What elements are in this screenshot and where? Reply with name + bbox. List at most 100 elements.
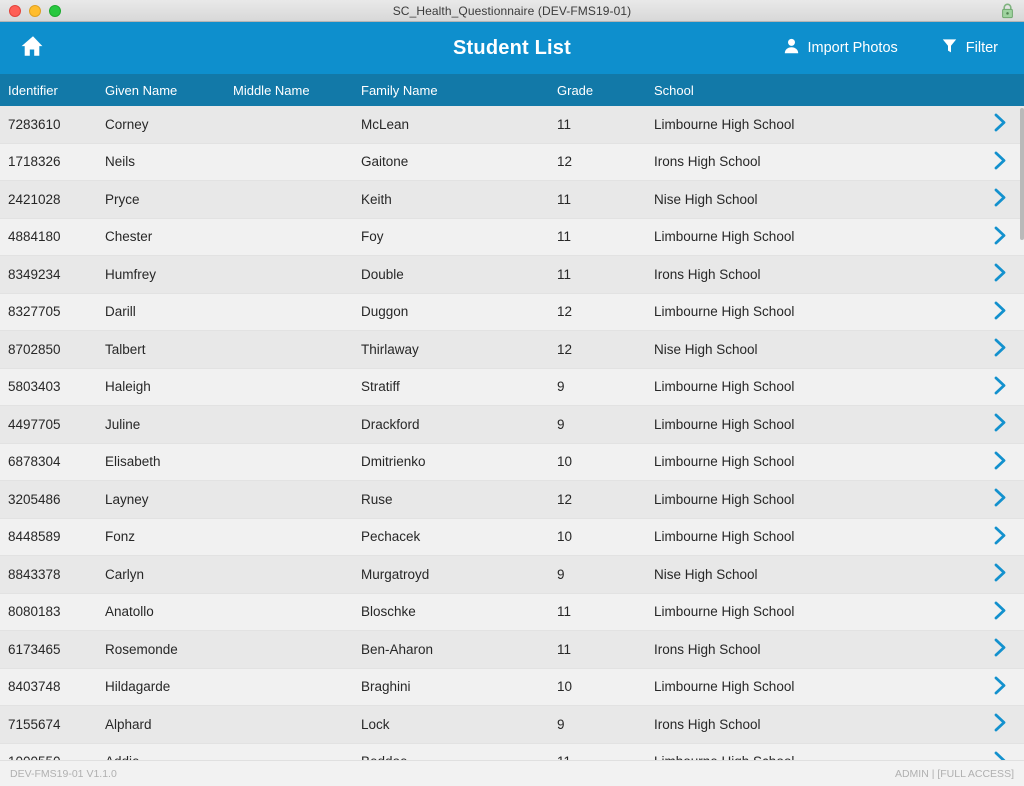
row-detail-button[interactable] xyxy=(976,751,1024,760)
cell-school: Limbourne High School xyxy=(654,454,795,470)
column-header-middle-name[interactable]: Middle Name xyxy=(233,83,361,98)
cell-identifier: 8080183 xyxy=(8,604,61,620)
cell-school: Limbourne High School xyxy=(654,379,795,395)
row-detail-button[interactable] xyxy=(976,413,1024,435)
table-row[interactable]: 6173465 Rosemonde Ben-Aharon 11 Irons High S… xyxy=(0,631,1024,669)
cell-grade: 12 xyxy=(557,491,573,507)
cell-grade: 9 xyxy=(557,379,565,395)
cell-given-name: Talbert xyxy=(105,341,146,357)
cell-school: Limbourne High School xyxy=(654,529,795,545)
table-row[interactable]: 8403748 Hildagarde Braghini 10 Limbourne Hig… xyxy=(0,668,1024,706)
cell-given-name: Pryce xyxy=(105,191,140,207)
table-row[interactable]: 8448589 Fonz Pechacek 10 Limbourne High Scho… xyxy=(0,518,1024,556)
cell-identifier: 4884180 xyxy=(8,229,61,245)
cell-grade: 11 xyxy=(557,191,572,207)
column-header-identifier[interactable]: Identifier xyxy=(0,83,105,98)
home-icon xyxy=(20,34,46,63)
table-row[interactable]: 8327705 Darill Duggon 12 Limbourne High Scho… xyxy=(0,293,1024,331)
chevron-right-icon xyxy=(993,413,1008,435)
table-row[interactable]: 3205486 Layney Ruse 12 Limbourne High School xyxy=(0,481,1024,519)
row-detail-button[interactable] xyxy=(976,451,1024,473)
application-window: SC_Health_Questionnaire (DEV-FMS19-01) S… xyxy=(0,0,1024,786)
app-header-actions: Import Photos Filter xyxy=(784,38,1009,59)
cell-given-name: Hildagarde xyxy=(105,679,171,695)
cell-identifier: 8327705 xyxy=(8,304,61,320)
row-detail-button[interactable] xyxy=(976,526,1024,548)
row-detail-button[interactable] xyxy=(976,676,1024,698)
cell-identifier: 6878304 xyxy=(8,454,61,470)
home-button[interactable] xyxy=(16,31,50,65)
cell-family-name: Dmitrienko xyxy=(361,454,426,470)
table-row[interactable]: 1000550Addie Beddoe11Limbourne High Schoo… xyxy=(0,743,1024,760)
chevron-right-icon xyxy=(993,488,1008,510)
table-row[interactable]: 5803403 Haleigh Stratiff 9 Limbourne High Sc… xyxy=(0,368,1024,406)
row-detail-button[interactable] xyxy=(976,713,1024,735)
chevron-right-icon xyxy=(993,676,1008,698)
cell-school: Nise High School xyxy=(654,191,758,207)
row-detail-button[interactable] xyxy=(976,638,1024,660)
row-detail-button[interactable] xyxy=(976,601,1024,623)
chevron-right-icon xyxy=(993,751,1008,760)
table-row[interactable]: 7283610 Corney McLean 11 Limbourne High Scho… xyxy=(0,106,1024,144)
row-detail-button[interactable] xyxy=(976,226,1024,248)
cell-identifier: 2421028 xyxy=(8,191,61,207)
cell-school: Limbourne High School xyxy=(654,491,795,507)
cell-family-name: Thirlaway xyxy=(361,341,419,357)
cell-grade: 9 xyxy=(557,716,565,732)
cell-given-name: Humfrey xyxy=(105,266,157,282)
row-detail-button[interactable] xyxy=(976,151,1024,173)
table-row[interactable]: 4884180 Chester Foy 11 Limbourne High School xyxy=(0,218,1024,256)
chevron-right-icon xyxy=(993,188,1008,210)
import-photos-button[interactable]: Import Photos xyxy=(784,38,898,59)
close-button[interactable] xyxy=(9,4,21,17)
cell-family-name: Drackford xyxy=(361,416,420,432)
cell-school: Irons High School xyxy=(654,266,761,282)
row-detail-button[interactable] xyxy=(976,563,1024,585)
table-row[interactable]: 2421028 Pryce Keith 11 Nise High School xyxy=(0,181,1024,219)
row-detail-button[interactable] xyxy=(976,263,1024,285)
cell-grade: 11 xyxy=(557,754,654,760)
table-row[interactable]: 8843378 Carlyn Murgatroyd 9 Nise High School xyxy=(0,556,1024,594)
chevron-right-icon xyxy=(993,376,1008,398)
person-icon xyxy=(784,38,799,59)
row-detail-button[interactable] xyxy=(976,488,1024,510)
cell-school: Limbourne High School xyxy=(654,229,795,245)
column-header-given-name[interactable]: Given Name xyxy=(105,83,233,98)
table-row[interactable]: 7155674 Alphard Lock 9 Irons High School xyxy=(0,706,1024,744)
scrollbar-thumb[interactable] xyxy=(1020,108,1024,240)
cell-identifier: 8349234 xyxy=(8,266,61,282)
cell-school: Irons High School xyxy=(654,154,761,170)
row-detail-button[interactable] xyxy=(976,376,1024,398)
cell-given-name: Chester xyxy=(105,229,153,245)
filter-label: Filter xyxy=(965,40,998,56)
cell-given-name: Elisabeth xyxy=(105,454,161,470)
cell-identifier: 8843378 xyxy=(8,566,61,582)
cell-school: Nise High School xyxy=(654,566,758,582)
vertical-scrollbar[interactable] xyxy=(1020,106,1024,760)
zoom-button[interactable] xyxy=(49,4,61,17)
cell-grade: 12 xyxy=(557,341,573,357)
column-header-grade[interactable]: Grade xyxy=(557,83,654,98)
table-row[interactable]: 6878304 Elisabeth Dmitrienko 10 Limbourne Hi… xyxy=(0,443,1024,481)
table-row[interactable]: 8349234 Humfrey Double 11 Irons High School xyxy=(0,256,1024,294)
column-header-family-name[interactable]: Family Name xyxy=(361,83,557,98)
cell-family-name: Duggon xyxy=(361,304,409,320)
column-header-school[interactable]: School xyxy=(654,83,976,98)
row-detail-button[interactable] xyxy=(976,113,1024,135)
row-detail-button[interactable] xyxy=(976,338,1024,360)
chevron-right-icon xyxy=(993,713,1008,735)
cell-grade: 11 xyxy=(557,604,572,620)
table-row[interactable]: 8080183 Anatollo Bloschke 11 Limbourne High … xyxy=(0,593,1024,631)
cell-identifier: 7155674 xyxy=(8,716,61,732)
minimize-button[interactable] xyxy=(29,4,41,17)
row-detail-button[interactable] xyxy=(976,301,1024,323)
table-row[interactable]: 4497705 Juline Drackford 9 Limbourne High Sc… xyxy=(0,406,1024,444)
chevron-right-icon xyxy=(993,338,1008,360)
table-row[interactable]: 1718326 Neils Gaitone 12 Irons High School xyxy=(0,143,1024,181)
cell-identifier: 3205486 xyxy=(8,491,61,507)
table-row[interactable]: 8702850 Talbert Thirlaway 12 Nise High Schoo… xyxy=(0,331,1024,369)
cell-given-name: Rosemonde xyxy=(105,641,178,657)
cell-given-name: Layney xyxy=(105,491,149,507)
filter-button[interactable]: Filter xyxy=(942,38,998,59)
row-detail-button[interactable] xyxy=(976,188,1024,210)
